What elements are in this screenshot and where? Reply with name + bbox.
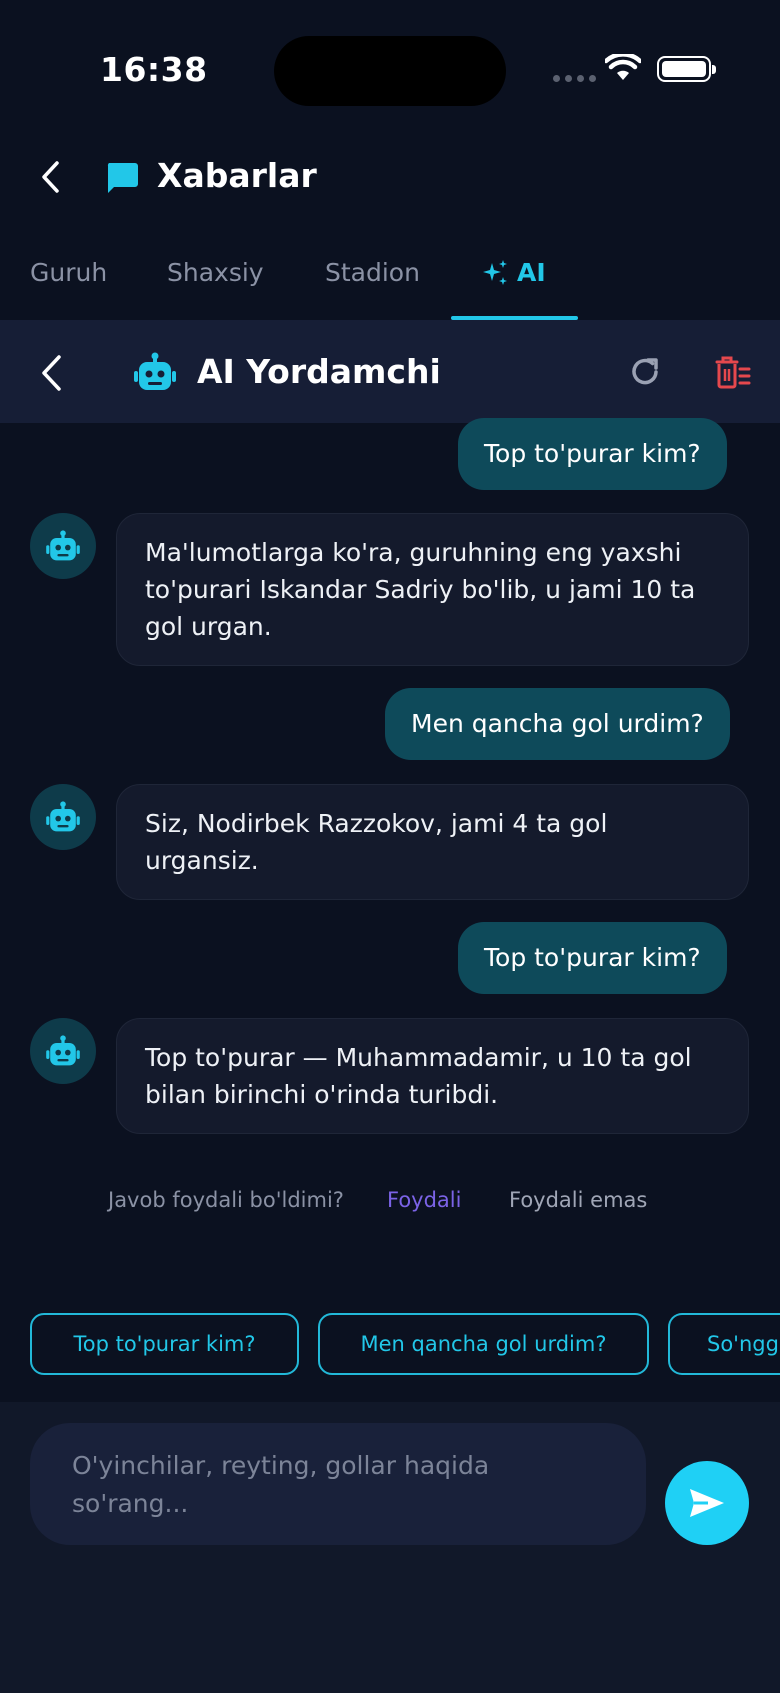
suggestion-chip[interactable]: Top to'purar kim?	[30, 1313, 299, 1375]
feedback-not-helpful-button[interactable]: Foydali emas	[509, 1188, 647, 1212]
robot-icon	[46, 801, 80, 832]
battery-icon	[657, 56, 716, 82]
signal-icon	[553, 75, 596, 82]
bot-avatar	[30, 1018, 96, 1084]
tab-ai-label: AI	[517, 258, 546, 287]
message-input[interactable]: O'yinchilar, reyting, gollar haqida so'r…	[30, 1423, 646, 1545]
refresh-icon[interactable]	[628, 355, 662, 389]
send-button[interactable]	[665, 1461, 749, 1545]
robot-icon	[46, 1035, 80, 1066]
suggestion-chip[interactable]: Men qancha gol urdim?	[318, 1313, 649, 1375]
user-message: Top to'purar kim?	[458, 418, 727, 490]
tab-guruh[interactable]: Guruh	[30, 258, 107, 287]
feedback-helpful-button[interactable]: Foydali	[387, 1188, 461, 1212]
status-bar: 16:38	[0, 0, 780, 140]
bot-avatar	[30, 513, 96, 579]
robot-icon	[134, 352, 176, 390]
bot-message: Siz, Nodirbek Razzokov, jami 4 ta gol ur…	[116, 784, 749, 900]
trash-icon[interactable]	[715, 355, 751, 389]
suggestion-chip[interactable]: So'ngg	[668, 1313, 780, 1375]
bot-avatar	[30, 784, 96, 850]
chat-bubble-icon	[107, 163, 138, 193]
send-icon	[690, 1489, 724, 1517]
user-message: Top to'purar kim?	[458, 922, 727, 994]
user-message: Men qancha gol urdim?	[385, 688, 730, 760]
tab-stadion[interactable]: Stadion	[325, 258, 420, 287]
bot-message: Top to'purar — Muhammadamir, u 10 ta gol…	[116, 1018, 749, 1134]
status-time: 16:38	[100, 50, 208, 89]
robot-icon	[46, 530, 80, 561]
ai-assistant-title: AI Yordamchi	[197, 352, 441, 391]
tab-ai[interactable]: AI	[481, 258, 546, 287]
wifi-icon	[605, 54, 641, 80]
back-icon[interactable]	[40, 354, 64, 392]
bot-message: Ma'lumotlarga ko'ra, guruhning eng yaxsh…	[116, 513, 749, 666]
feedback-question: Javob foydali bo'ldimi?	[108, 1188, 344, 1212]
sparkles-icon	[483, 259, 507, 285]
tab-shaxsiy[interactable]: Shaxsiy	[167, 258, 264, 287]
dynamic-island	[274, 36, 506, 106]
page-title: Xabarlar	[157, 156, 317, 195]
back-icon[interactable]	[40, 160, 62, 194]
